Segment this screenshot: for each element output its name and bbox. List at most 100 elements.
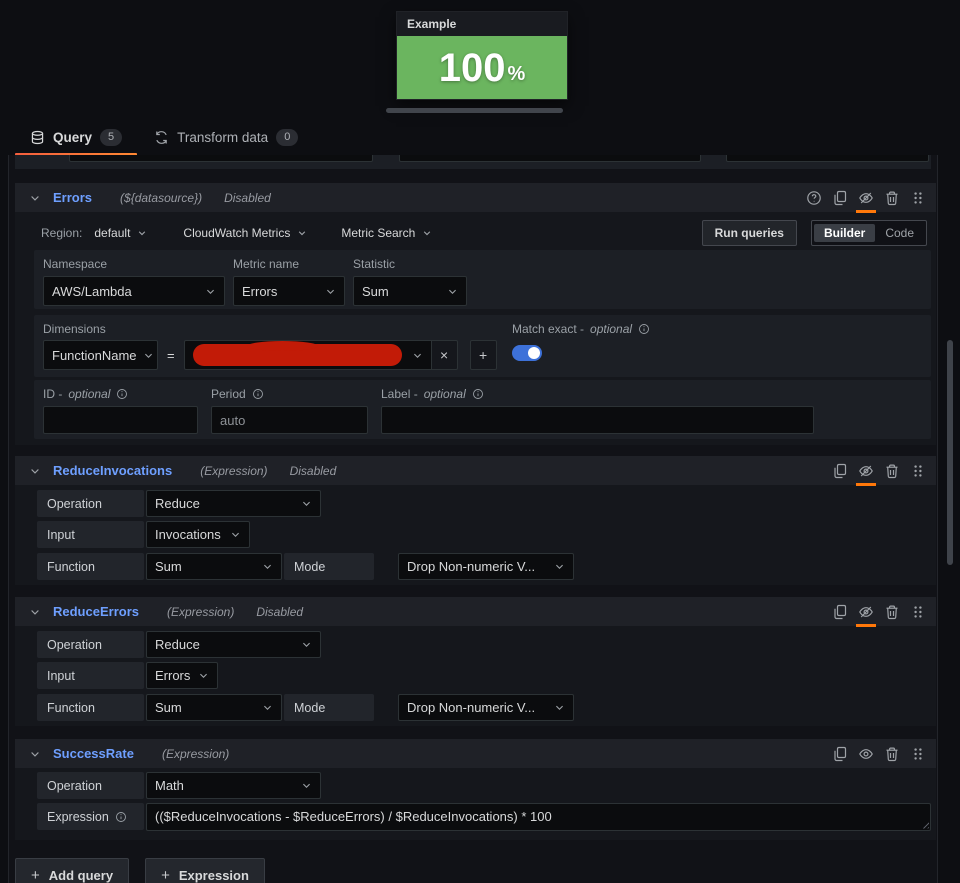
query-header[interactable]: ReduceInvocations (Expression) Disabled — [15, 456, 936, 486]
drag-handle-icon[interactable] — [910, 746, 926, 762]
query-header[interactable]: SuccessRate (Expression) — [15, 739, 936, 768]
expression-input[interactable]: (($ReduceInvocations - $ReduceErrors) / … — [146, 802, 931, 831]
info-icon[interactable] — [252, 388, 264, 400]
query-mode-select[interactable]: Metric Search — [341, 226, 415, 240]
mode-select[interactable]: Drop Non-numeric V... — [398, 553, 574, 580]
plus-icon: + — [31, 866, 40, 883]
match-exact-toggle[interactable] — [512, 345, 542, 361]
function-select[interactable]: Sum — [146, 694, 282, 721]
copy-icon[interactable] — [832, 190, 848, 206]
mode-label: Mode — [284, 553, 374, 580]
copy-icon[interactable] — [832, 746, 848, 762]
eye-slash-icon[interactable] — [856, 604, 876, 627]
remove-dimension-button[interactable]: × — [430, 340, 458, 370]
metric-name-select[interactable]: Errors — [233, 276, 345, 306]
chevron-down-icon — [230, 529, 241, 540]
metric-editor-section: Namespace AWS/Lambda Metric name Errors … — [34, 250, 931, 309]
query-name[interactable]: ReduceInvocations — [53, 463, 172, 478]
operation-select[interactable]: Reduce — [146, 490, 321, 517]
chevron-down-icon[interactable] — [422, 228, 432, 238]
chevron-down-icon[interactable] — [29, 748, 41, 760]
namespace-label: Namespace — [43, 257, 108, 271]
dimension-key-select[interactable]: FunctionName — [43, 340, 158, 370]
code-segment[interactable]: Code — [875, 224, 924, 242]
add-query-button[interactable]: + Add query — [15, 858, 130, 883]
database-icon — [30, 130, 45, 145]
id-input[interactable] — [43, 406, 198, 434]
drag-handle-icon[interactable] — [910, 463, 926, 479]
add-expression-button[interactable]: + Expression — [145, 858, 265, 883]
expression-card-success-rate: SuccessRate (Expression) Operation Math — [15, 739, 936, 840]
chevron-down-icon[interactable] — [29, 606, 41, 618]
copy-icon[interactable] — [832, 604, 848, 620]
mode-select[interactable]: Drop Non-numeric V... — [398, 694, 574, 721]
statistic-select[interactable]: Sum — [353, 276, 467, 306]
input-select[interactable]: Errors — [146, 662, 218, 689]
drag-handle-icon[interactable] — [910, 190, 926, 206]
period-input[interactable]: auto — [211, 406, 368, 434]
operation-select[interactable]: Reduce — [146, 631, 321, 658]
query-name[interactable]: Errors — [53, 190, 92, 205]
dimension-row: FunctionName = × + — [43, 340, 497, 370]
query-status: Disabled — [224, 190, 271, 205]
tab-query[interactable]: Query 5 — [14, 121, 138, 156]
trash-icon[interactable] — [884, 604, 900, 620]
add-dimension-button[interactable]: + — [469, 340, 497, 370]
chevron-down-icon — [412, 350, 423, 361]
plus-icon: + — [161, 866, 170, 883]
input-select[interactable]: Invocations — [146, 521, 250, 548]
region-select[interactable]: default — [94, 226, 130, 240]
eye-slash-icon[interactable] — [856, 463, 876, 486]
builder-code-toggle: Builder Code — [810, 220, 927, 246]
datasource-select[interactable]: CloudWatch Metrics — [183, 226, 290, 240]
cutoff-editor-section — [15, 155, 931, 169]
chevron-down-icon[interactable] — [29, 192, 41, 204]
info-icon[interactable] — [638, 323, 650, 335]
panel-title: Example — [407, 17, 457, 31]
expression-type: (Expression) — [166, 604, 235, 619]
dimension-value-select[interactable] — [183, 340, 432, 370]
cutoff-input[interactable] — [69, 155, 373, 162]
query-name[interactable]: SuccessRate — [53, 746, 134, 761]
cutoff-input[interactable] — [726, 155, 929, 162]
operation-label: Operation — [37, 631, 144, 658]
statistic-field: Statistic Sum — [353, 257, 467, 306]
trash-icon[interactable] — [884, 746, 900, 762]
info-icon[interactable] — [116, 388, 128, 400]
query-name[interactable]: ReduceErrors — [53, 604, 139, 619]
cutoff-input[interactable] — [399, 155, 701, 162]
expression-label: Expression — [37, 803, 144, 830]
function-select[interactable]: Sum — [146, 553, 282, 580]
metric-name-field: Metric name Errors — [233, 257, 345, 306]
function-label: Function — [37, 694, 144, 721]
eye-icon[interactable] — [858, 746, 874, 762]
horizontal-scrollbar[interactable] — [386, 108, 563, 113]
query-header[interactable]: ReduceErrors (Expression) Disabled — [15, 597, 936, 627]
chevron-down-icon[interactable] — [29, 465, 41, 477]
equals-sign: = — [167, 347, 175, 363]
info-icon[interactable] — [115, 811, 127, 823]
help-icon[interactable] — [806, 190, 822, 206]
chevron-down-icon — [325, 286, 336, 297]
info-icon[interactable] — [472, 388, 484, 400]
chevron-down-icon — [301, 639, 312, 650]
builder-segment[interactable]: Builder — [813, 224, 876, 242]
chevron-down-icon[interactable] — [297, 228, 307, 238]
vertical-scrollbar[interactable] — [947, 340, 953, 565]
eye-slash-icon[interactable] — [856, 190, 876, 213]
chevron-down-icon[interactable] — [137, 228, 147, 238]
copy-icon[interactable] — [832, 463, 848, 479]
operation-select[interactable]: Math — [146, 772, 321, 799]
trash-icon[interactable] — [884, 190, 900, 206]
tab-transform-data[interactable]: Transform data 0 — [138, 121, 314, 154]
editor-tabbar: Query 5 Transform data 0 — [0, 120, 960, 156]
resize-handle[interactable] — [920, 819, 929, 829]
run-queries-button[interactable]: Run queries — [701, 220, 797, 246]
period-label: Period — [211, 387, 368, 401]
namespace-select[interactable]: AWS/Lambda — [43, 276, 225, 306]
trash-icon[interactable] — [884, 463, 900, 479]
query-toolbar: Region: default CloudWatch Metrics Metri… — [41, 220, 927, 246]
label-input[interactable] — [381, 406, 814, 434]
query-header[interactable]: Errors (${datasource}) Disabled — [15, 183, 936, 213]
drag-handle-icon[interactable] — [910, 604, 926, 620]
